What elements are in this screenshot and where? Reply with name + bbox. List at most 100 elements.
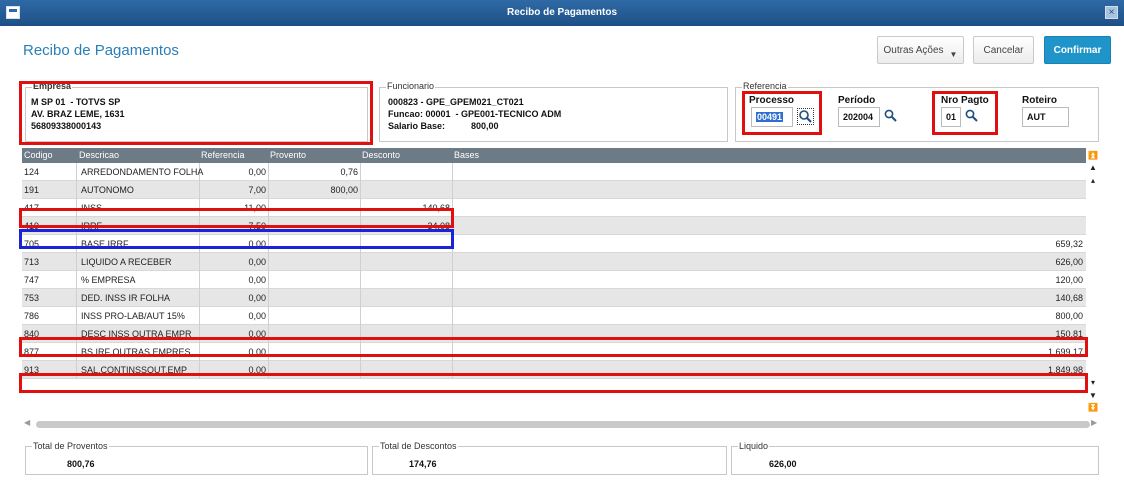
cell-codigo: 753: [24, 293, 40, 303]
cell-descricao: BASE IRRF: [81, 239, 129, 249]
column-divider: [76, 343, 77, 361]
salario-label: Salario Base:: [388, 121, 446, 131]
scroll-bottom-icon[interactable]: ⏬: [1087, 402, 1099, 413]
column-divider: [199, 289, 200, 307]
column-divider: [76, 163, 77, 181]
scroll-up-icon[interactable]: ▴: [1087, 175, 1099, 186]
cell-descricao: LIQUIDO A RECEBER: [81, 257, 172, 267]
scroll-page-up-icon[interactable]: ▲: [1087, 162, 1099, 173]
table-row[interactable]: 753 DED. INSS IR FOLHA 0,00 140,68: [22, 289, 1086, 307]
column-divider: [199, 199, 200, 217]
referencia-legend: Referencia: [742, 81, 788, 91]
column-header-desconto[interactable]: Desconto: [362, 150, 400, 160]
column-divider: [268, 253, 269, 271]
column-divider: [76, 181, 77, 199]
table-row[interactable]: 417 INSS 11,00 140,68: [22, 199, 1086, 217]
table-row[interactable]: 713 LIQUIDO A RECEBER 0,00 626,00: [22, 253, 1086, 271]
cell-referencia: 7,00: [248, 185, 266, 195]
nro-pagto-input[interactable]: 01: [941, 107, 961, 127]
table-row[interactable]: 913 SAL.CONTINSSOUT.EMP 0,00 1.849,98: [22, 361, 1086, 379]
cell-codigo: 877: [24, 347, 40, 357]
cell-desconto: 140,68: [422, 203, 450, 213]
cell-codigo: 124: [24, 167, 40, 177]
table-row[interactable]: 191 AUTONOMO 7,00 800,00: [22, 181, 1086, 199]
cell-bases: 626,00: [1055, 257, 1083, 267]
scroll-top-icon[interactable]: ⏫: [1087, 150, 1099, 161]
column-divider: [360, 235, 361, 253]
cell-codigo: 191: [24, 185, 40, 195]
salario-value: 800,00: [471, 121, 499, 131]
outras-acoes-button[interactable]: Outras Ações ▼: [877, 36, 964, 64]
cell-referencia: 0,00: [248, 239, 266, 249]
scroll-left-icon[interactable]: ◀: [24, 418, 30, 427]
horizontal-scroll-thumb[interactable]: [36, 421, 1090, 428]
column-divider: [360, 181, 361, 199]
cell-codigo: 747: [24, 275, 40, 285]
confirm-button[interactable]: Confirmar: [1044, 36, 1111, 64]
cell-descricao: AUTONOMO: [81, 185, 134, 195]
scroll-down-icon[interactable]: ▾: [1087, 377, 1099, 388]
table-row[interactable]: 877 BS IRF OUTRAS EMPRES 0,00 1.699,17: [22, 343, 1086, 361]
total-proventos-value: 800,76: [67, 459, 95, 469]
column-divider: [199, 325, 200, 343]
nro-pagto-search-icon[interactable]: [965, 109, 978, 122]
cell-codigo: 705: [24, 239, 40, 249]
column-divider: [452, 163, 453, 181]
cell-referencia: 11,00: [244, 203, 266, 213]
column-divider: [199, 253, 200, 271]
cell-referencia: 0,00: [248, 257, 266, 267]
column-divider: [76, 307, 77, 325]
cell-bases: 120,00: [1055, 275, 1083, 285]
table-row[interactable]: 786 INSS PRO-LAB/AUT 15% 0,00 800,00: [22, 307, 1086, 325]
column-divider: [268, 217, 269, 235]
scroll-page-down-icon[interactable]: ▼: [1087, 390, 1099, 401]
column-divider: [452, 271, 453, 289]
table-row[interactable]: 747 % EMPRESA 0,00 120,00: [22, 271, 1086, 289]
cell-descricao: BS IRF OUTRAS EMPRES: [81, 347, 191, 357]
table-row[interactable]: 124 ARREDONDAMENTO FOLHA 0,00 0,76: [22, 163, 1086, 181]
column-divider: [268, 271, 269, 289]
column-divider: [268, 289, 269, 307]
roteiro-label: Roteiro: [1022, 95, 1057, 106]
periodo-input[interactable]: 202004: [838, 107, 880, 127]
cell-referencia: 0,00: [248, 365, 266, 375]
column-divider: [268, 307, 269, 325]
column-divider: [199, 181, 200, 199]
scroll-right-icon[interactable]: ▶: [1091, 418, 1097, 427]
periodo-search-icon[interactable]: [884, 109, 897, 122]
cancel-button[interactable]: Cancelar: [973, 36, 1034, 64]
column-divider: [452, 235, 453, 253]
column-header-referencia[interactable]: Referencia: [201, 150, 245, 160]
grid-vertical-scrollbar[interactable]: ⏫ ▲ ▴ ▾ ▼ ⏬: [1087, 148, 1099, 414]
table-row[interactable]: 840 DESC INSS OUTRA EMPR 0,00 150,81: [22, 325, 1086, 343]
roteiro-input[interactable]: AUT: [1022, 107, 1069, 127]
grid-horizontal-scrollbar[interactable]: ◀ ▶: [22, 418, 1099, 430]
empresa-address: AV. BRAZ LEME, 1631: [31, 109, 125, 119]
liquido-value: 626,00: [769, 459, 797, 469]
processo-search-icon[interactable]: [797, 108, 814, 125]
column-header-codigo[interactable]: Codigo: [24, 150, 53, 160]
column-divider: [360, 343, 361, 361]
cell-descricao: INSS PRO-LAB/AUT 15%: [81, 311, 185, 321]
column-divider: [76, 325, 77, 343]
column-divider: [76, 253, 77, 271]
column-header-bases[interactable]: Bases: [454, 150, 479, 160]
close-icon[interactable]: ×: [1105, 6, 1118, 19]
page-title: Recibo de Pagamentos: [23, 42, 179, 59]
table-row[interactable]: 705 BASE IRRF 0,00 659,32: [22, 235, 1086, 253]
total-proventos-label: Total de Proventos: [32, 441, 109, 451]
funcionario-legend: Funcionario: [386, 81, 436, 91]
cell-codigo: 417: [24, 203, 40, 213]
processo-input[interactable]: 00491: [751, 107, 793, 127]
column-header-provento[interactable]: Provento: [270, 150, 306, 160]
column-divider: [76, 235, 77, 253]
table-row[interactable]: 419 IRRF 7,50 34,08: [22, 217, 1086, 235]
cell-codigo: 786: [24, 311, 40, 321]
cell-referencia: 0,00: [248, 275, 266, 285]
column-divider: [452, 253, 453, 271]
window-titlebar: Recibo de Pagamentos ×: [0, 0, 1124, 26]
column-divider: [360, 271, 361, 289]
cell-codigo: 419: [24, 221, 40, 231]
empresa-name: M SP 01 - TOTVS SP: [31, 97, 121, 107]
column-header-descricao[interactable]: Descricao: [79, 150, 119, 160]
